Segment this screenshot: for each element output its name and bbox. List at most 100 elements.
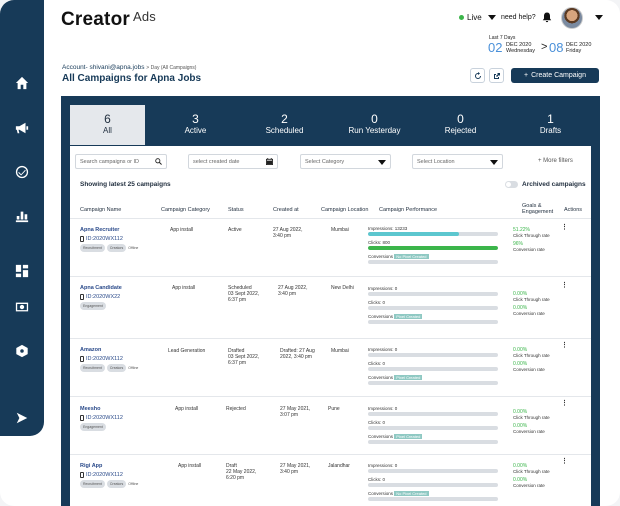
created-at: 27 May 2021, 3:40 pm — [280, 463, 310, 475]
export-button[interactable] — [489, 68, 504, 83]
col-header-location: Campaign Location — [321, 207, 369, 213]
more-actions-icon[interactable]: ⋮ — [561, 341, 568, 349]
pixel-status-badge: Pixel Created — [394, 375, 423, 380]
refresh-button[interactable] — [470, 68, 485, 83]
tab-rejected[interactable]: 0 Rejected — [423, 105, 498, 145]
created-at: Drafted: 27 Aug 2022, 3:40 pm — [280, 348, 315, 360]
live-status-dot — [459, 15, 464, 20]
check-circle-icon[interactable] — [14, 164, 30, 180]
campaign-name[interactable]: Meesho — [80, 406, 123, 412]
more-actions-icon[interactable]: ⋮ — [561, 399, 568, 407]
table-row[interactable]: Amazon ID:2020WX112 Recruitment Creators O… — [70, 338, 591, 396]
impressions-label: Impressions: 0 — [368, 406, 398, 411]
created-at: 27 Aug 2022, 3:40 pm — [278, 285, 307, 297]
goals-engagement: 0.00% Click Through rate 0.00% Conversio… — [513, 347, 553, 375]
table-row[interactable]: Apna Recruiter ID:2020WX112 Recruitment C… — [70, 218, 591, 276]
search-input[interactable]: Search campaigns or ID — [75, 154, 167, 169]
created-date-picker[interactable]: select created date — [188, 154, 278, 169]
phone-icon — [80, 236, 84, 242]
bar-chart-icon[interactable] — [14, 208, 30, 224]
conversion-label: Conversion rate — [513, 247, 545, 252]
profile-chevron-down-icon[interactable] — [595, 15, 603, 20]
campaign-name[interactable]: Apna Recruiter — [80, 227, 138, 233]
conversions-bar — [368, 320, 498, 324]
campaign-id: ID:2020WX112 — [80, 236, 138, 242]
impressions-bar — [368, 412, 498, 416]
live-dropdown[interactable]: Live — [459, 13, 496, 22]
plus-icon: + — [524, 72, 529, 79]
created-time: 3:40 pm — [280, 469, 299, 475]
more-actions-icon[interactable]: ⋮ — [561, 281, 568, 289]
live-label: Live — [467, 13, 482, 22]
campaign-performance: Impressions: 13233 Clicks: 800 Conversio… — [368, 226, 498, 268]
created-time: 3:07 pm — [280, 412, 299, 418]
table-row[interactable]: Apna Candidate ID:2020WX22 Engagement Ap… — [70, 276, 591, 338]
campaign-category: Lead Generation — [168, 348, 206, 354]
category-select[interactable]: Select Category — [300, 154, 391, 169]
chevron-down-icon — [378, 160, 386, 165]
status-time: 6:37 pm — [228, 297, 247, 303]
refresh-icon — [474, 71, 481, 79]
col-header-name: Campaign Name — [80, 207, 122, 213]
more-filters-button[interactable]: + More filters — [538, 158, 573, 164]
date-range-picker[interactable]: Last 7 Days 02 DEC 2020 Wednesday > 08 D… — [486, 33, 602, 57]
date-range-separator: > — [541, 41, 548, 53]
tab-active[interactable]: 3 Active — [158, 105, 233, 145]
shield-icon[interactable] — [14, 343, 30, 359]
more-actions-icon[interactable]: ⋮ — [561, 223, 568, 231]
table-row[interactable]: Meesho ID:2020WX112 Engagement App insta… — [70, 396, 591, 454]
campaign-category: App install — [175, 406, 199, 412]
campaign-performance: Impressions: 0 Clicks: 0 Conversions No … — [368, 463, 498, 505]
campaign-location: New Delhi — [331, 285, 354, 291]
more-actions-icon[interactable]: ⋮ — [561, 457, 568, 465]
location-select[interactable]: Select Location — [412, 154, 503, 169]
toggle-switch[interactable] — [505, 181, 518, 188]
created-time: 2022, 3:40 pm — [280, 354, 312, 360]
tab-all[interactable]: 6 All — [70, 105, 145, 145]
collapse-arrow-icon[interactable] — [14, 410, 30, 426]
category-placeholder: Select Category — [305, 158, 345, 165]
campaign-panel: 6 All 3 Active 2 Scheduled 0 Run Yesterd… — [61, 96, 600, 506]
bell-icon[interactable] — [542, 12, 552, 23]
dashboard-icon[interactable] — [14, 263, 30, 279]
home-icon[interactable] — [14, 75, 30, 91]
tag: Offline — [128, 482, 139, 486]
date-to-day: 08 — [549, 40, 564, 55]
megaphone-icon[interactable] — [14, 120, 30, 136]
tab-run-yesterday[interactable]: 0 Run Yesterday — [337, 105, 412, 145]
campaign-id: ID:2020WX22 — [80, 294, 122, 300]
conversion-label: Conversion rate — [513, 367, 545, 372]
archived-toggle[interactable]: Archived campaigns — [505, 181, 586, 188]
impressions-bar — [368, 232, 498, 236]
campaign-location: Jalandhar — [328, 463, 350, 469]
campaign-name[interactable]: Apna Candidate — [80, 285, 122, 291]
account-label[interactable]: Account- shivani@apna.jobs — [62, 64, 144, 71]
app-frame: Creator Ads Live need help? Last 7 Days 0… — [0, 0, 620, 506]
impressions-label: Impressions: 13233 — [368, 226, 408, 231]
create-campaign-button[interactable]: + Create Campaign — [511, 68, 599, 83]
impressions-bar-fill — [368, 232, 459, 236]
tab-label: Drafts — [539, 126, 562, 135]
campaign-name[interactable]: Amazon — [80, 347, 138, 353]
breadcrumb: Account- shivani@apna.jobs > Day (All Ca… — [62, 64, 196, 71]
pixel-status-badge: No Pixel Created — [394, 254, 429, 259]
phone-icon — [80, 356, 84, 362]
status-time: 6:37 pm — [228, 360, 247, 366]
campaign-name[interactable]: Rigi App — [80, 463, 138, 469]
page-title: All Campaigns for Apna Jobs — [62, 73, 202, 84]
breadcrumb-sub[interactable]: > Day (All Campaigns) — [146, 65, 196, 71]
tab-count: 1 — [547, 112, 554, 126]
campaign-location: Mumbai — [331, 227, 349, 233]
conversions-bar — [368, 381, 498, 385]
billing-icon[interactable] — [14, 299, 30, 315]
help-link[interactable]: need help? — [501, 14, 536, 21]
tab-drafts[interactable]: 1 Drafts — [513, 105, 588, 145]
campaign-performance: Impressions: 0 Clicks: 0 Conversions Pix… — [368, 406, 498, 448]
campaign-location: Pune — [328, 406, 340, 412]
tab-scheduled[interactable]: 2 Scheduled — [247, 105, 322, 145]
table-row[interactable]: Rigi App ID:2020WX112 Recruitment Creator… — [70, 454, 591, 506]
campaign-performance: Impressions: 0 Clicks: 0 Conversions Pix… — [368, 286, 498, 328]
avatar[interactable] — [561, 7, 583, 29]
tab-count: 3 — [192, 112, 199, 126]
impressions-bar — [368, 292, 498, 296]
